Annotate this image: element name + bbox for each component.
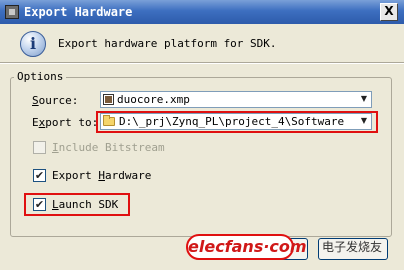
launch-sdk-checkbox[interactable]: ✔	[33, 198, 46, 211]
launch-sdk-label: Launch SDK	[52, 198, 119, 211]
source-label: Source:	[32, 94, 79, 107]
header-message: Export hardware platform for SDK.	[58, 37, 277, 50]
watermark-text: 电子发烧友	[322, 240, 383, 254]
export-to-value: D:\_prj\Zynq_PL\project_4\Software	[119, 115, 345, 128]
window-title: Export Hardware	[24, 5, 133, 19]
source-combo[interactable]: duocore.xmp ▼	[100, 91, 372, 108]
watermark-logo: elecfans·com	[186, 234, 307, 260]
chevron-down-icon[interactable]: ▼	[361, 116, 367, 125]
chevron-down-icon[interactable]: ▼	[361, 94, 367, 103]
close-button[interactable]: X	[380, 3, 398, 21]
app-icon	[5, 5, 19, 19]
folder-icon	[103, 115, 115, 126]
options-group-label: Options	[14, 70, 67, 83]
info-icon: i	[20, 31, 46, 57]
header-divider	[0, 62, 404, 64]
export-hardware-checkbox[interactable]: ✔	[33, 169, 46, 182]
title-bar: Export Hardware X	[0, 0, 404, 24]
include-bitstream-label: Include Bitstream	[52, 141, 165, 154]
export-to-label: Export to:	[32, 116, 99, 129]
include-bitstream-checkbox[interactable]	[33, 141, 46, 154]
file-icon	[103, 94, 114, 105]
export-hardware-label: Export Hardware	[52, 169, 152, 182]
export-to-combo[interactable]: D:\_prj\Zynq_PL\project_4\Software ▼	[100, 113, 372, 130]
source-value: duocore.xmp	[117, 93, 190, 106]
